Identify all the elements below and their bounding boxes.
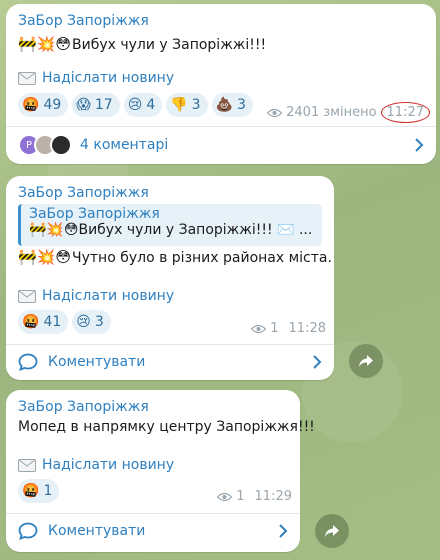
reaction-emoji: 🤬: [22, 314, 40, 330]
comment-label: Коментувати: [48, 523, 146, 539]
comments-button[interactable]: P 4 коментарі: [6, 128, 436, 162]
message-emojis: 🚧💥😳: [18, 35, 71, 53]
reaction-pill[interactable]: 😢 3: [72, 310, 111, 334]
send-news-link[interactable]: Надіслати новину: [18, 288, 174, 304]
commenter-avatars: P: [18, 134, 72, 156]
message-time: 11:29: [254, 489, 292, 504]
share-button[interactable]: [349, 344, 383, 378]
message-meta: 1 11:28: [251, 321, 326, 336]
reaction-emoji: 😱: [76, 97, 91, 113]
message-sender[interactable]: ЗаБор Запоріжжя: [18, 399, 149, 415]
chat-history: ЗаБор Запоріжжя 🚧💥😳Вибух чули у Запоріжж…: [0, 0, 440, 560]
envelope-icon: [18, 458, 36, 472]
view-count: 1: [236, 489, 245, 504]
envelope-icon: [18, 71, 36, 85]
reaction-count: 41: [43, 314, 62, 330]
reaction-emoji: 💩: [215, 97, 234, 113]
message-sender[interactable]: ЗаБор Запоріжжя: [18, 13, 149, 29]
divider: [6, 126, 436, 127]
envelope-icon: [18, 289, 36, 303]
send-news-label: Надіслати новину: [42, 70, 175, 86]
reply-quote[interactable]: ЗаБор Запоріжжя 🚧💥😳Вибух чули у Запоріжж…: [18, 204, 322, 246]
message-sender[interactable]: ЗаБор Запоріжжя: [18, 185, 149, 201]
message-meta: 2401 змінено 11:27: [267, 102, 430, 123]
message-bubble: ЗаБор Запоріжжя Мопед в напрямку центру …: [6, 390, 315, 552]
reactions-bar: 🤬 1: [18, 479, 60, 503]
reaction-emoji: 🤬: [22, 483, 40, 499]
reaction-count: 3: [94, 314, 104, 330]
chevron-right-icon: [313, 355, 322, 369]
chevron-right-icon: [415, 138, 424, 152]
message-time: 11:28: [288, 321, 326, 336]
reaction-pill[interactable]: 😢 4: [123, 93, 163, 117]
reaction-count: 3: [237, 97, 246, 113]
message-time: 11:27: [380, 102, 430, 123]
comment-button[interactable]: Коментувати: [6, 514, 300, 548]
reaction-count: 17: [94, 97, 113, 113]
view-count: 1: [270, 321, 279, 336]
send-news-link[interactable]: Надіслати новину: [18, 70, 174, 86]
eye-icon: [267, 108, 283, 117]
message-emojis: 🚧💥😳: [18, 248, 71, 266]
message-body: Чутно було в різних районах міста.: [72, 250, 332, 266]
message-bubble: ЗаБор Запоріжжя 🚧💥😳Вибух чули у Запоріжж…: [6, 4, 436, 164]
message-text: Мопед в напрямку центру Запоріжжя!!!: [18, 419, 315, 435]
reaction-count: 49: [43, 97, 62, 113]
message-bubble: ЗаБор Запоріжжя ЗаБор Запоріжжя 🚧💥😳Вибух…: [6, 176, 334, 380]
reaction-count: 4: [146, 97, 156, 113]
chevron-right-icon: [279, 524, 288, 538]
reactions-bar: 🤬 49 😱 17 😢 4 👎 3 💩 3: [18, 93, 253, 117]
eye-icon: [217, 492, 233, 501]
message-text: 🚧💥😳Чутно було в різних районах міста.: [18, 248, 332, 266]
share-button[interactable]: [315, 514, 349, 548]
reactions-bar: 🤬 41 😢 3: [18, 310, 111, 334]
reaction-pill[interactable]: 💩 3: [211, 93, 253, 117]
message-body: Вибух чули у Запоріжжі!!!: [72, 37, 267, 53]
message-text: 🚧💥😳Вибух чули у Запоріжжі!!!: [18, 35, 266, 53]
reaction-emoji: 😢: [76, 314, 91, 330]
message-meta: 1 11:29: [217, 489, 292, 504]
quote-text: 🚧💥😳Вибух чули у Запоріжжі!!! ✉️ ...: [29, 222, 313, 238]
send-news-label: Надіслати новину: [42, 457, 175, 473]
eye-icon: [251, 324, 267, 333]
reaction-pill[interactable]: 👎 3: [166, 93, 208, 117]
reaction-count: 1: [43, 483, 53, 499]
reaction-emoji: 🤬: [22, 97, 40, 113]
comments-count-label: 4 коментарі: [80, 137, 169, 153]
comment-bubble-icon: [18, 522, 38, 540]
send-news-link[interactable]: Надіслати новину: [18, 457, 174, 473]
comment-label: Коментувати: [48, 354, 146, 370]
reaction-pill[interactable]: 🤬 41: [18, 310, 69, 334]
share-arrow-icon: [359, 355, 373, 367]
comment-bubble-icon: [18, 353, 38, 371]
view-count: 2401: [286, 105, 320, 120]
reaction-pill[interactable]: 🤬 49: [18, 93, 69, 117]
reaction-emoji: 😢: [127, 97, 143, 113]
reaction-pill[interactable]: 😱 17: [72, 93, 120, 117]
reaction-emoji: 👎: [170, 97, 188, 113]
avatar: [50, 134, 72, 156]
reaction-count: 3: [191, 97, 201, 113]
comment-button[interactable]: Коментувати: [6, 345, 334, 379]
quote-sender: ЗаБор Запоріжжя: [29, 206, 160, 222]
send-news-label: Надіслати новину: [42, 288, 175, 304]
edited-label: змінено: [323, 105, 377, 120]
reaction-pill[interactable]: 🤬 1: [18, 479, 60, 503]
share-arrow-icon: [325, 525, 339, 537]
